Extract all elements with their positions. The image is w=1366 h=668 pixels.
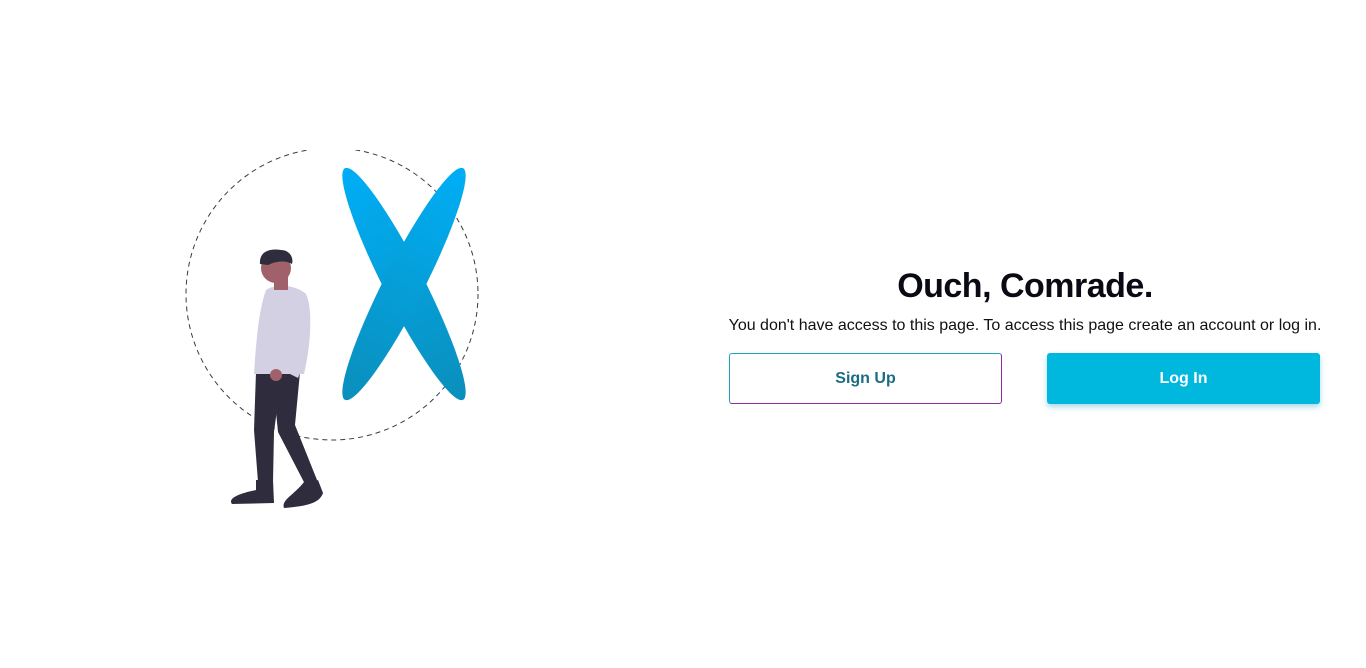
person-with-x-illustration: [185, 147, 479, 508]
access-denied-content: Ouch, Comrade. You don't have access to …: [684, 262, 1366, 404]
access-denied-illustration: [170, 147, 500, 520]
log-in-button[interactable]: Log In: [1047, 353, 1320, 404]
access-denied-page: Ouch, Comrade. You don't have access to …: [0, 0, 1366, 668]
sign-up-button[interactable]: Sign Up: [729, 353, 1002, 404]
x-mark-icon: [342, 167, 466, 401]
page-title: Ouch, Comrade.: [897, 267, 1153, 305]
person-figure: [231, 249, 323, 508]
dashed-circle: [185, 147, 479, 441]
auth-actions: Sign Up Log In: [729, 353, 1321, 405]
access-message: You don't have access to this page. To a…: [728, 317, 1322, 334]
